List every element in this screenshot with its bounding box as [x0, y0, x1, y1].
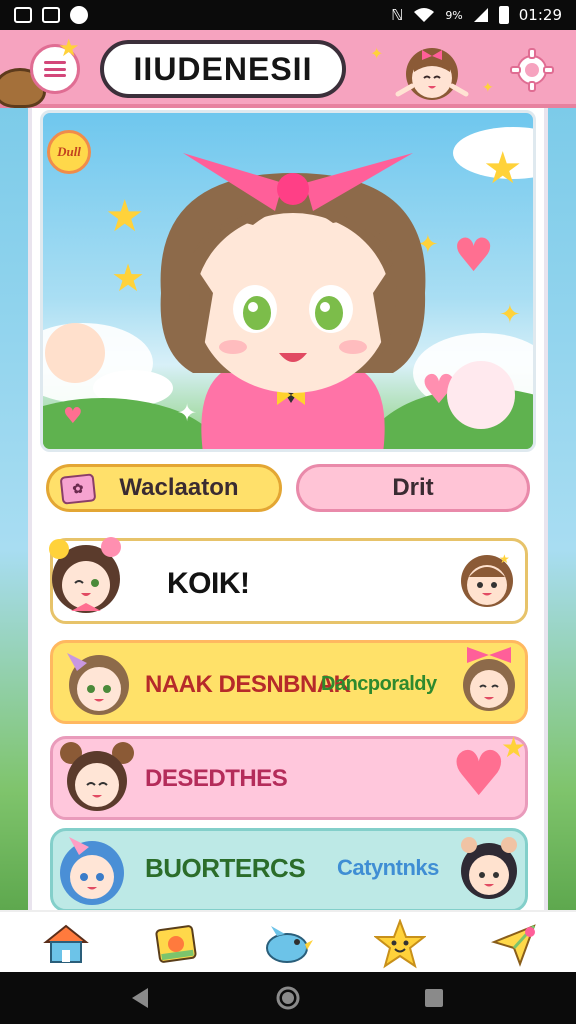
page-title: IIUDENESII [100, 40, 346, 98]
nav-chat[interactable] [262, 918, 314, 970]
star-face-icon [374, 919, 426, 969]
nav-home[interactable] [40, 918, 92, 970]
sparkle-icon: ✦ [370, 44, 384, 63]
bird-icon [266, 926, 313, 963]
status-left [14, 6, 88, 24]
bottom-nav [0, 910, 576, 972]
star-icon: ★ [501, 731, 527, 764]
secondary-action-label: Drit [392, 474, 434, 501]
system-navigation-bar [0, 972, 576, 1024]
clock: 01:29 [518, 6, 562, 24]
hamburger-icon [44, 61, 66, 77]
secondary-action-button[interactable]: Drit [296, 464, 530, 512]
nfc-icon: ℕ [391, 6, 404, 24]
list-item-label: DESEDTHES [145, 765, 288, 792]
list-item[interactable]: KOIK! ★ [49, 537, 528, 624]
svg-text:★: ★ [105, 191, 144, 242]
svg-text:★: ★ [499, 552, 510, 566]
sparkle-icon: ✦ [482, 80, 494, 96]
svg-text:✦: ✦ [499, 300, 521, 330]
battery-icon [498, 6, 509, 24]
svg-text:★: ★ [483, 143, 522, 194]
list-item[interactable]: NAAK DESNBNAK Dancporaldy [50, 640, 528, 724]
sync-icon [70, 6, 88, 24]
back-triangle-icon[interactable] [128, 986, 152, 1010]
paper-plane-icon [490, 924, 536, 967]
background-scenery-left [0, 108, 28, 910]
status-right: ℕ 9% 01:29 [391, 6, 562, 24]
background-scenery-right [548, 108, 576, 910]
girl-avatar-icon [395, 48, 469, 100]
anime-girl-illustration: ★ ★ ★ ✦ ✦ ✦ ♥ ♥ ♥ [43, 127, 533, 449]
gear-icon [510, 48, 554, 92]
girl-with-bow-avatar-icon [463, 647, 515, 711]
nav-gallery[interactable] [150, 918, 202, 970]
ticket-icon: ✿ [59, 473, 97, 505]
primary-action-label: Waclaaton [119, 474, 239, 501]
heart-icon: ♥ [451, 737, 507, 810]
home-circle-icon[interactable] [276, 986, 300, 1010]
list-item[interactable]: DESEDTHES ♥ ★ [50, 731, 528, 820]
settings-button[interactable] [506, 44, 558, 96]
app-header: ★ IIUDENESII ✦ ✦ [0, 30, 576, 108]
wifi-icon [414, 8, 435, 22]
nav-favorites[interactable] [374, 918, 426, 970]
list-item-subtitle: Dancporaldy [321, 673, 437, 695]
nav-send[interactable] [488, 918, 540, 970]
list-item-label: KOIK! [167, 567, 250, 600]
image-icon [14, 7, 32, 23]
notification-icon [42, 7, 60, 23]
svg-text:♥: ♥ [63, 404, 83, 429]
svg-text:★: ★ [111, 256, 145, 300]
picture-card-icon [155, 925, 197, 963]
bear-ear-girl-avatar-icon [60, 742, 134, 811]
house-icon [43, 924, 89, 963]
list-item-subtitle: Catyntnks [337, 855, 439, 880]
primary-action-button[interactable]: ✿ Waclaaton [46, 464, 282, 512]
hero-illustration: ★ ★ ★ ✦ ✦ ✦ ♥ ♥ ♥ [40, 110, 536, 452]
svg-text:✦: ✦ [177, 399, 197, 427]
signal-icon [473, 8, 488, 22]
recents-square-icon[interactable] [422, 986, 446, 1010]
blue-hair-girl-avatar-icon [60, 837, 124, 905]
battery-text: 9% [445, 8, 463, 22]
list-item[interactable]: BUORTERCS Catyntnks [50, 828, 528, 912]
boy-avatar-icon: ★ [461, 552, 513, 607]
dark-hair-girl-avatar-icon [461, 837, 517, 899]
winking-girl-avatar-icon [49, 537, 121, 613]
star-icon: ★ [58, 34, 80, 62]
status-bar: ℕ 9% 01:29 [0, 0, 576, 30]
svg-text:♥: ♥ [453, 228, 494, 282]
hero-badge[interactable]: Dull [47, 130, 91, 174]
list-item-label: NAAK DESNBNAK [145, 671, 351, 698]
girl-avatar-icon [67, 653, 129, 715]
list-item-label: BUORTERCS [145, 853, 306, 883]
